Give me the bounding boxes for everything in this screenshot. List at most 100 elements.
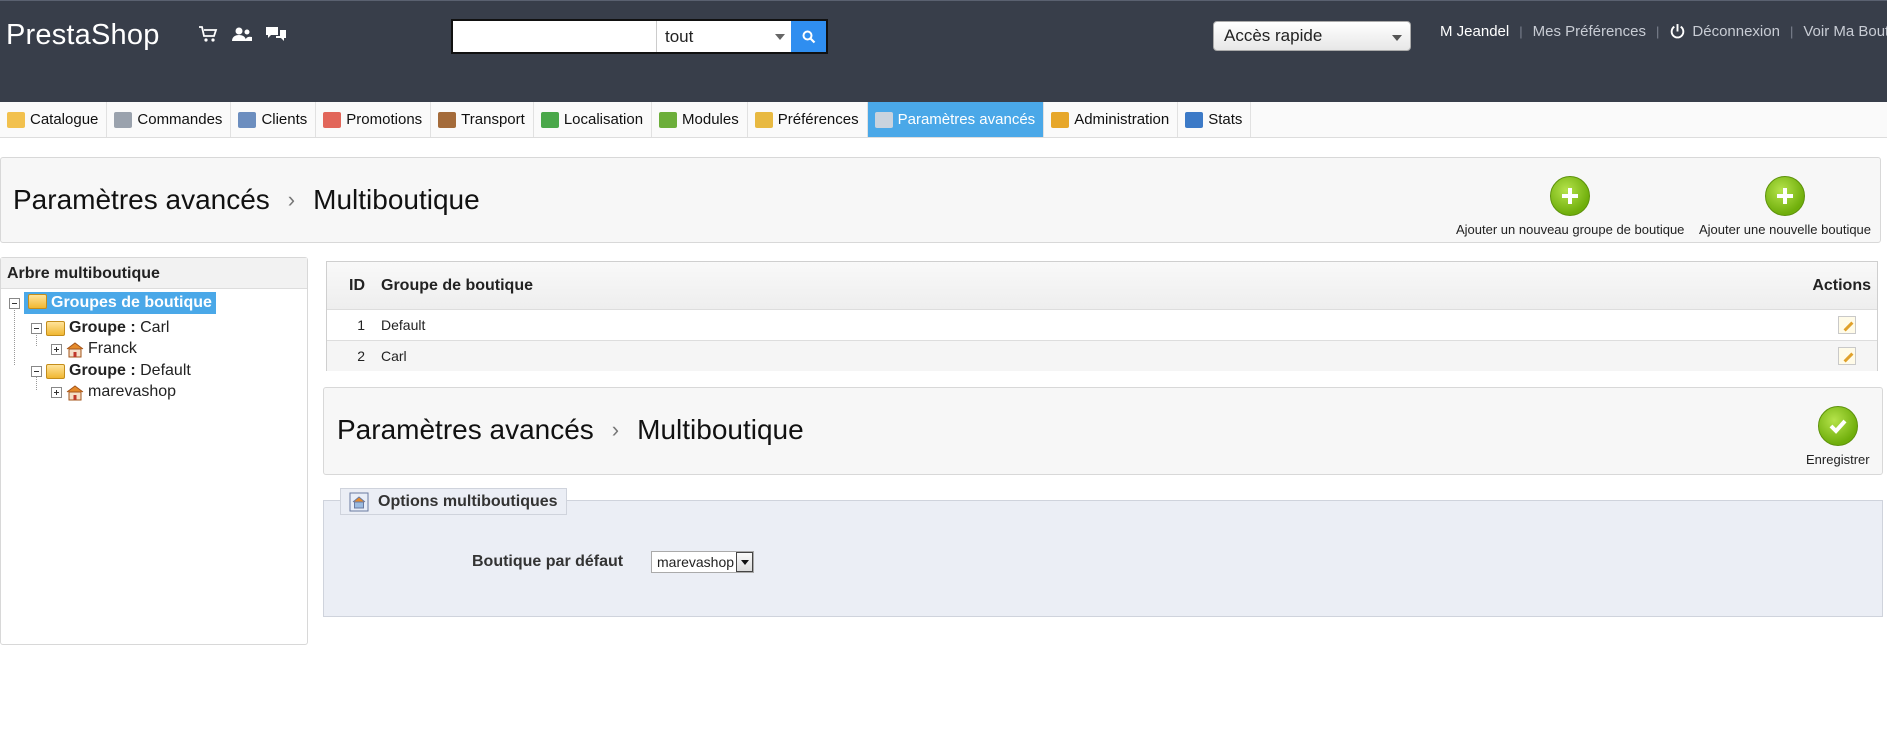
nav-tab-parametres-avances[interactable]: Paramètres avancés [867,102,1045,137]
tree-shop-franck[interactable]: Franck [88,340,137,358]
tree-connector [14,305,15,365]
shop-groups-table: ID Groupe de boutique Actions 1 Default … [326,261,1878,371]
divider: | [1519,23,1523,39]
shop-icon [66,341,84,357]
tree-shop-row: marevashop [51,383,176,401]
plus-icon [1550,176,1591,216]
logout-link[interactable]: Déconnexion [1692,23,1780,40]
divider: | [1656,23,1660,39]
row-id: 1 [357,317,365,333]
save-label: Enregistrer [1806,452,1870,467]
nav-tab-transport[interactable]: Transport [431,102,534,137]
nav-tab-administration[interactable]: Administration [1044,102,1179,137]
default-shop-value: marevashop [657,554,735,570]
group-prefix: Groupe : [69,319,136,336]
breadcrumb-separator: › [287,187,296,212]
localisation-icon [540,111,559,128]
nav-tab-label: Commandes [137,111,223,128]
row-name: Carl [381,348,407,364]
customers-icon[interactable] [230,23,254,45]
shop-groups-icon [28,294,47,309]
search-scope-select[interactable]: tout [657,21,791,52]
nav-tab-catalogue[interactable]: Catalogue [0,102,108,137]
chevron-down-icon [1392,35,1402,41]
nav-tab-promotions[interactable]: Promotions [316,102,432,137]
table-row[interactable]: 2 Carl [327,340,1877,371]
administration-icon [1051,111,1070,128]
nav-tab-commandes[interactable]: Commandes [107,102,232,137]
messages-icon[interactable] [264,23,288,45]
preferences-icon [754,111,773,128]
search-button[interactable] [791,21,826,52]
my-preferences-link[interactable]: Mes Préférences [1533,23,1646,40]
nav-tab-clients[interactable]: Clients [231,102,317,137]
add-shop-group-label: Ajouter un nouveau groupe de boutique [1456,222,1685,237]
options-legend: Options multiboutiques [340,488,567,515]
nav-tab-preferences[interactable]: Préférences [748,102,868,137]
chevron-down-icon[interactable] [736,552,753,572]
search-input[interactable] [453,21,657,52]
save-button[interactable]: Enregistrer [1806,406,1870,467]
breadcrumb: Paramètres avancés › Multiboutique [337,414,804,446]
nav-tab-label: Préférences [777,111,859,128]
tree-group-default[interactable]: Default [140,362,191,380]
nav-tab-label: Transport [461,111,525,128]
nav-tab-label: Catalogue [30,111,99,128]
transport-icon [438,111,457,128]
main-nav: Catalogue Commandes Clients Promotions Trans… [0,102,1887,138]
breadcrumb-separator: › [611,417,620,442]
tree-shop-row: Franck [51,340,137,358]
search-scope-value: tout [665,26,694,46]
col-name[interactable]: Groupe de boutique [381,277,533,295]
check-icon [1817,406,1858,446]
user-name: M Jeandel [1440,22,1510,40]
plus-icon [1765,176,1806,216]
expand-icon[interactable] [51,386,62,398]
header-bar: PrestaShop tout Accès rapide M Jeandel |… [0,0,1887,102]
tree-root-node[interactable]: Groupes de boutique [24,292,216,314]
col-id[interactable]: ID [327,277,365,295]
nav-tab-localisation[interactable]: Localisation [534,102,653,137]
logo[interactable]: PrestaShop [6,19,160,52]
cart-icon[interactable] [196,23,220,45]
breadcrumb-parent[interactable]: Paramètres avancés [13,184,270,216]
options-legend-label: Options multiboutiques [378,492,558,510]
collapse-icon[interactable] [31,322,42,334]
edit-icon[interactable] [1838,316,1856,334]
breadcrumb-parent[interactable]: Paramètres avancés [337,414,594,446]
edit-icon[interactable] [1838,347,1856,365]
add-shop-button[interactable]: Ajouter une nouvelle boutique [1699,176,1871,237]
row-id: 2 [357,348,365,364]
stats-icon [1185,111,1204,128]
nav-tab-stats[interactable]: Stats [1178,102,1252,137]
divider: | [1789,23,1794,39]
tree-root-label: Groupes de boutique [51,294,212,311]
power-icon[interactable] [1669,23,1686,40]
chevron-down-icon [775,34,785,40]
parametres-avances-icon [874,111,893,128]
modules-icon [659,111,678,128]
nav-tab-modules[interactable]: Modules [652,102,748,137]
breadcrumb-current: Multiboutique [637,414,804,445]
tree-group-carl[interactable]: Carl [140,319,169,337]
nav-tab-label: Paramètres avancés [897,111,1036,128]
tree-group-row: Groupe : Default [31,362,191,380]
folder-open-icon [46,320,65,336]
table-row[interactable]: 1 Default [327,309,1877,340]
shop-settings-icon [349,492,369,511]
expand-icon[interactable] [51,343,62,355]
collapse-icon[interactable] [9,297,20,309]
nav-tab-label: Modules [682,111,739,128]
tree-root-row: Groupes de boutique [9,292,216,314]
add-shop-group-button[interactable]: Ajouter un nouveau groupe de boutique [1456,176,1684,237]
nav-tab-label: Localisation [563,111,644,128]
view-shop-link[interactable]: Voir Ma Boutique [1803,23,1887,40]
default-shop-select[interactable]: marevashop [651,551,754,573]
options-toolbar: Paramètres avancés › Multiboutique Enreg… [323,387,1883,475]
collapse-icon[interactable] [31,365,42,377]
nav-tab-label: Stats [1208,111,1243,128]
quick-access-select[interactable]: Accès rapide [1213,21,1411,51]
tree-shop-marevashop[interactable]: marevashop [88,383,176,401]
search-box: tout [451,19,828,54]
nav-tab-label: Clients [261,111,308,128]
